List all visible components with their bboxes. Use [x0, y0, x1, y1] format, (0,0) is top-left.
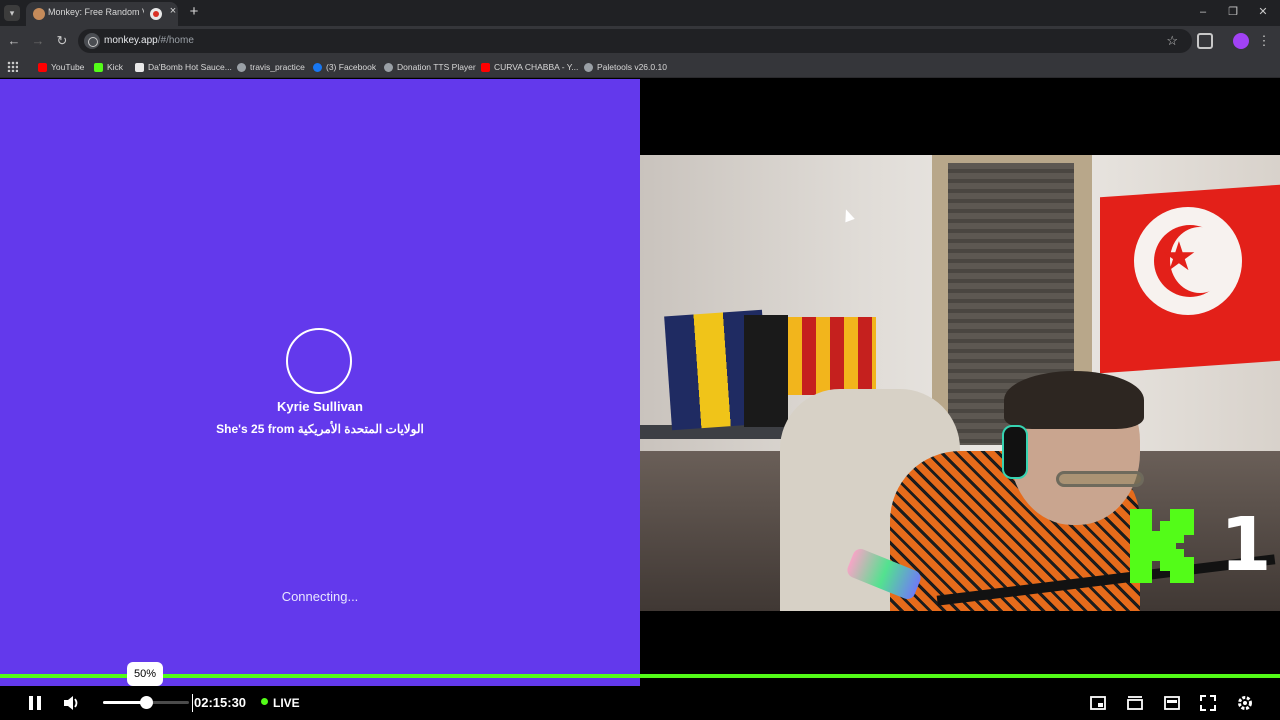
volume-slider[interactable]	[103, 696, 189, 709]
theater-mode-icon[interactable]	[1162, 693, 1182, 713]
more-menu-icon[interactable]: ⋮	[1257, 33, 1271, 49]
globe-icon	[237, 63, 246, 72]
dabomb-icon	[135, 63, 144, 72]
monkey-match-panel: Kyrie Sullivan She's 25 from الولايات ال…	[0, 79, 640, 687]
window-close-icon[interactable]: ✕	[1253, 4, 1273, 20]
volume-icon[interactable]	[62, 693, 82, 713]
bookmark-paletools[interactable]: Paletools v26.0.10	[584, 59, 667, 75]
tab-close-button[interactable]: ×	[166, 5, 180, 21]
pause-icon[interactable]	[25, 693, 45, 713]
globe-icon	[384, 63, 393, 72]
browser-tab-bar: ▾ Monkey: Free Random Vide × + – ❐ ✕	[0, 0, 1280, 26]
headphones	[1002, 425, 1028, 479]
bookmark-youtube[interactable]: YouTube	[38, 59, 84, 75]
bookmark-dabomb[interactable]: Da'Bomb Hot Sauce...	[135, 59, 232, 75]
sunglasses	[1056, 471, 1144, 487]
apps-grid-icon[interactable]	[7, 61, 18, 72]
bookmark-label: Paletools v26.0.10	[597, 62, 667, 72]
striped-scarf	[788, 317, 876, 395]
bookmark-label: YouTube	[51, 62, 85, 72]
browser-toolbar: ← → ↻ monkey.app/#/home ☆	[0, 26, 1280, 56]
site-info-icon[interactable]	[84, 33, 100, 49]
bookmark-label: Da'Bomb Hot Sauce...	[148, 62, 232, 72]
miniplayer-icon[interactable]	[1088, 693, 1108, 713]
stream-time: 02:15:30	[192, 694, 247, 712]
new-tab-button[interactable]: +	[186, 4, 202, 20]
fullscreen-icon[interactable]	[1198, 693, 1218, 713]
clip-icon[interactable]	[1125, 693, 1145, 713]
restore-icon[interactable]: ❐	[1223, 4, 1243, 20]
tab-search-icon[interactable]: ▾	[4, 5, 20, 21]
address-bar[interactable]: monkey.app/#/home ☆	[78, 29, 1192, 53]
streamer-hair	[1004, 371, 1144, 429]
url-host: monkey.app	[104, 35, 158, 46]
browser-tab-active[interactable]: Monkey: Free Random Vide ×	[26, 2, 178, 26]
bookmark-label: Donation TTS Player	[397, 62, 476, 72]
flag-star-icon: ★	[1161, 235, 1197, 279]
tab-title: Monkey: Free Random Vide	[48, 7, 144, 17]
bookmark-facebook[interactable]: (3) Facebook	[313, 59, 376, 75]
match-info: She's 25 from الولايات المتحدة الأمريكية	[216, 422, 424, 436]
minimize-icon[interactable]: –	[1193, 4, 1213, 20]
connecting-status: Connecting...	[281, 589, 359, 604]
volume-slider-handle[interactable]	[140, 696, 153, 709]
reload-icon[interactable]: ↻	[53, 32, 71, 50]
match-name: Kyrie Sullivan	[277, 399, 363, 414]
bookmarks-bar: YouTube Kick Da'Bomb Hot Sauce... travis…	[0, 56, 1280, 78]
bookmark-donation-tts[interactable]: Donation TTS Player	[384, 59, 476, 75]
player-controls: 02:15:30 LIVE	[0, 686, 1280, 720]
football-scarf-dark	[744, 315, 788, 427]
kick-icon	[94, 63, 103, 72]
bookmark-travis-practice[interactable]: travis_practice	[237, 59, 305, 75]
profile-avatar[interactable]	[1233, 33, 1249, 49]
bookmark-label: travis_practice	[250, 62, 305, 72]
bookmark-label: (3) Facebook	[326, 62, 377, 72]
facebook-icon	[313, 63, 322, 72]
bookmark-label: Kick	[107, 62, 124, 72]
bookmark-curva-chabba[interactable]: CURVA CHABBA - Y...	[481, 59, 578, 75]
back-icon[interactable]: ←	[5, 32, 23, 50]
globe-icon	[584, 63, 593, 72]
extensions-icon[interactable]	[1197, 33, 1213, 49]
volume-tooltip: 50%	[127, 662, 163, 690]
recording-indicator-icon	[150, 8, 162, 20]
url-text: monkey.app/#/home	[104, 35, 194, 46]
stream-stage: Kyrie Sullivan She's 25 from الولايات ال…	[0, 79, 1280, 720]
live-label[interactable]: LIVE	[273, 694, 300, 712]
bookmark-star-icon[interactable]: ☆	[1166, 33, 1178, 49]
kick-logo-icon	[1130, 509, 1194, 583]
settings-gear-icon[interactable]	[1235, 693, 1255, 713]
youtube-icon	[38, 63, 47, 72]
bookmark-kick[interactable]: Kick	[94, 59, 123, 75]
live-indicator-dot	[261, 698, 268, 705]
live-progress-bar[interactable]	[0, 674, 1280, 678]
forward-icon[interactable]: →	[29, 32, 47, 50]
monkey-favicon-icon	[33, 8, 45, 20]
avatar-placeholder	[286, 328, 352, 394]
url-path: /#/home	[157, 35, 194, 46]
youtube-icon	[481, 63, 490, 72]
kick-number: 1	[1220, 502, 1272, 588]
bookmark-label: CURVA CHABBA - Y...	[494, 62, 579, 72]
